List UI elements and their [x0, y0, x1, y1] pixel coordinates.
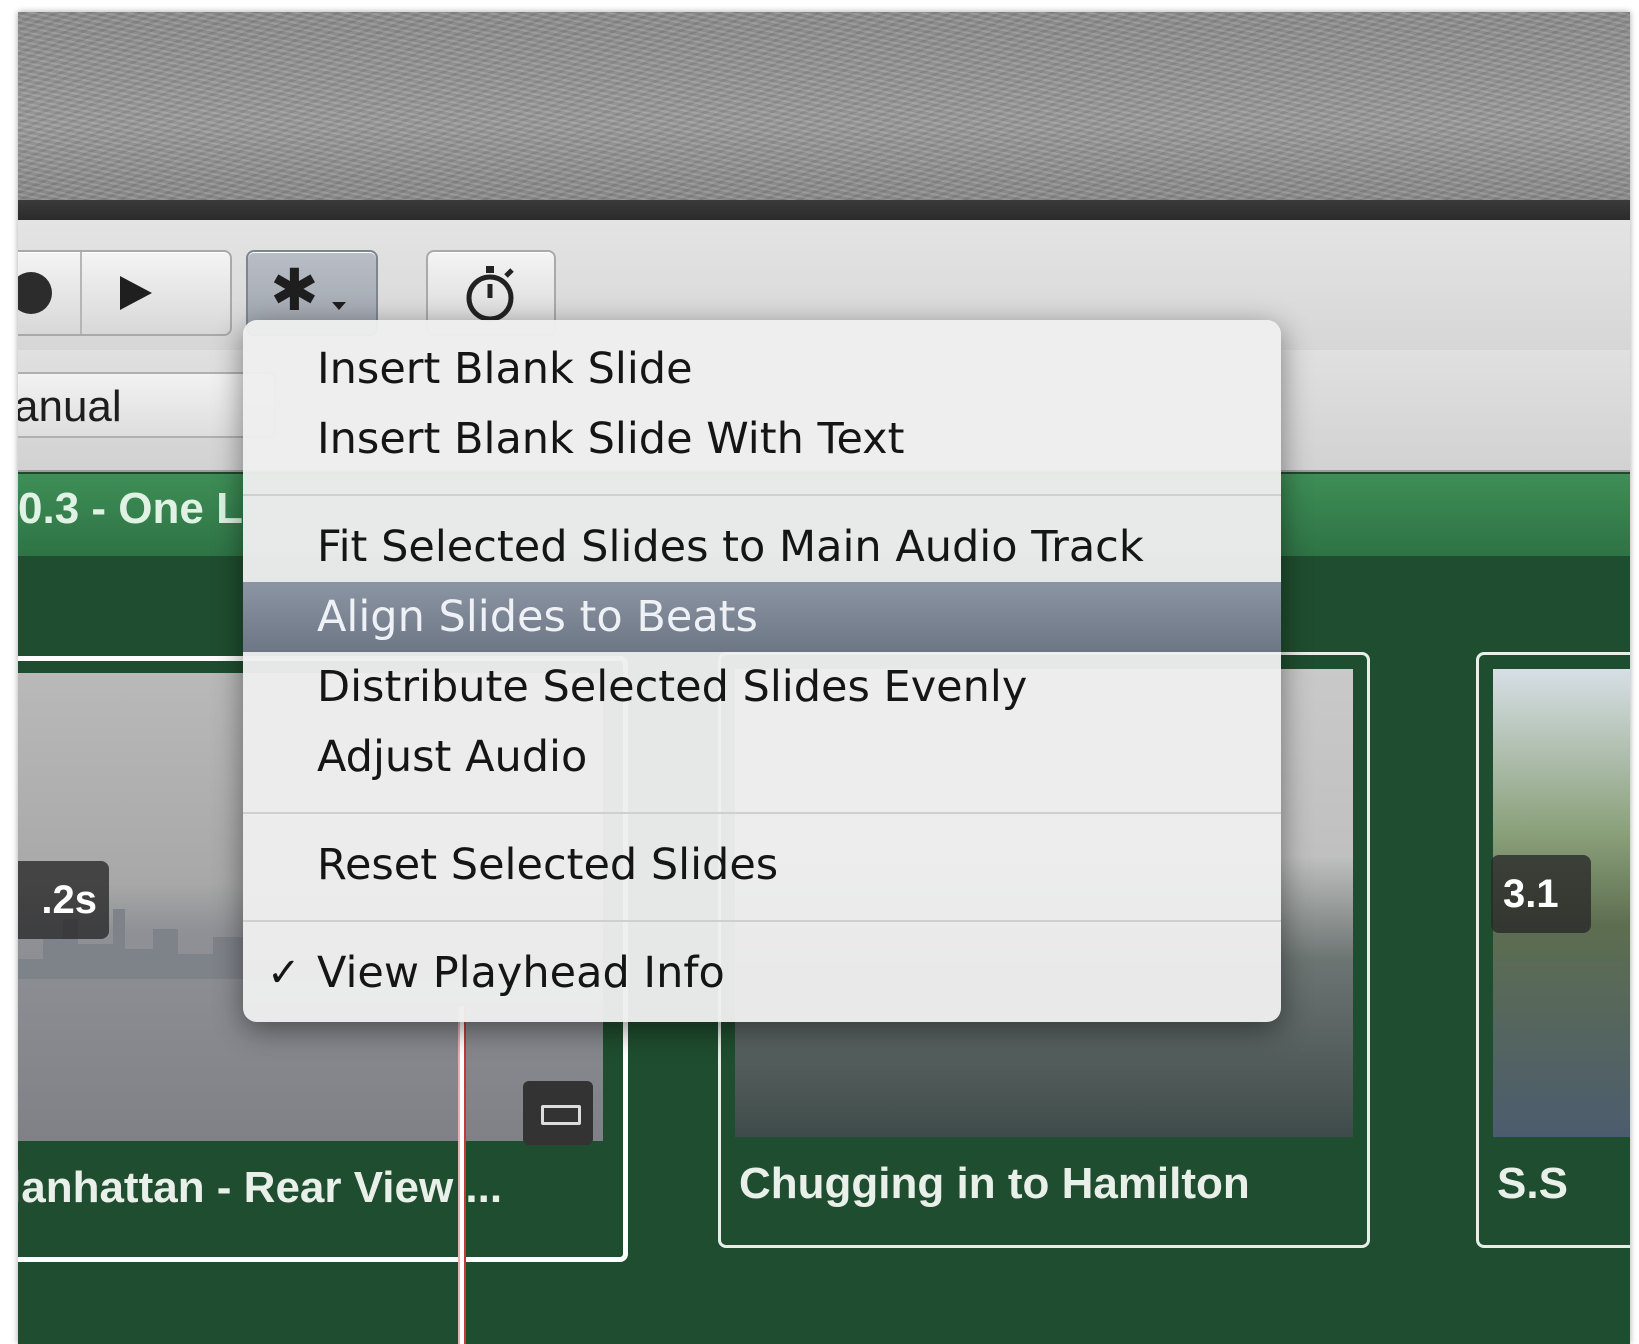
menu-item-align-to-beats[interactable]: Align Slides to Beats — [243, 582, 1281, 652]
transition-icon[interactable] — [523, 1081, 593, 1145]
backdrop-edge — [18, 200, 1630, 220]
textured-backdrop — [18, 12, 1630, 200]
mode-select-value: anual — [18, 382, 122, 431]
playback-segmented-control — [18, 250, 232, 336]
menu-item-insert-blank-slide[interactable]: Insert Blank Slide — [243, 334, 1281, 404]
playhead[interactable] — [458, 1006, 466, 1344]
menu-item-distribute-evenly[interactable]: Distribute Selected Slides Evenly — [243, 652, 1281, 722]
action-context-menu: Insert Blank Slide Insert Blank Slide Wi… — [243, 320, 1281, 1022]
segment-divider — [80, 252, 82, 334]
slide-label: S.S — [1497, 1159, 1568, 1208]
record-icon[interactable] — [18, 272, 52, 314]
duration-badge: .2s — [18, 861, 109, 939]
checkmark-icon: ✓ — [267, 950, 301, 996]
play-icon[interactable] — [120, 276, 152, 310]
menu-item-fit-to-audio[interactable]: Fit Selected Slides to Main Audio Track — [243, 512, 1281, 582]
chevron-down-icon — [332, 302, 346, 310]
menu-separator — [243, 920, 1281, 922]
menu-item-label: Reset Selected Slides — [317, 840, 779, 890]
menu-item-label: Align Slides to Beats — [317, 592, 758, 642]
menu-item-reset-selected-slides[interactable]: Reset Selected Slides — [243, 830, 1281, 900]
slide-label: lanhattan - Rear View ... — [18, 1163, 503, 1212]
menu-item-label: Insert Blank Slide — [317, 344, 693, 394]
stopwatch-icon — [466, 266, 514, 322]
menu-separator — [243, 812, 1281, 814]
project-title: 0.3 - One L — [18, 484, 243, 533]
window: ✱ anual 0.3 - One L .2s lanhattan - Rear… — [18, 12, 1630, 1344]
menu-separator — [243, 494, 1281, 496]
menu-item-adjust-audio[interactable]: Adjust Audio — [243, 722, 1281, 792]
menu-item-label: Adjust Audio — [317, 732, 588, 782]
menu-item-view-playhead-info[interactable]: ✓ View Playhead Info — [243, 938, 1281, 1008]
menu-item-label: View Playhead Info — [317, 948, 725, 998]
slide-label: Chugging in to Hamilton — [739, 1159, 1250, 1208]
menu-item-label: Insert Blank Slide With Text — [317, 414, 905, 464]
menu-item-label: Fit Selected Slides to Main Audio Track — [317, 522, 1144, 572]
duration-badge: 3.1 — [1491, 855, 1591, 933]
slide-clip[interactable]: 3.1 S.S — [1476, 652, 1630, 1248]
menu-item-label: Distribute Selected Slides Evenly — [317, 662, 1028, 712]
gear-icon: ✱ — [270, 256, 319, 324]
playback-mode-select[interactable]: anual — [18, 372, 276, 438]
menu-item-insert-blank-slide-with-text[interactable]: Insert Blank Slide With Text — [243, 404, 1281, 474]
